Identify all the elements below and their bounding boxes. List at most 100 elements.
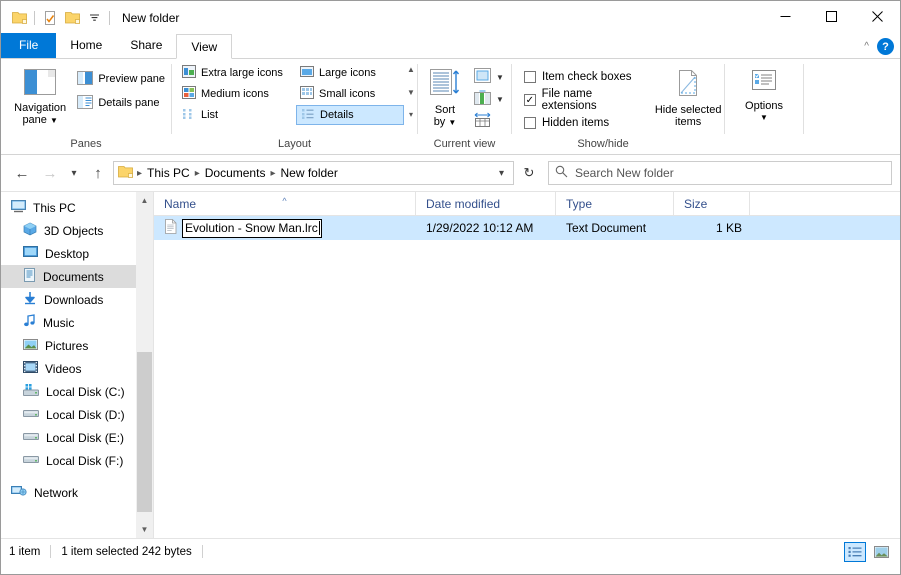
sort-by-button[interactable]: Sort by ▼ (420, 65, 470, 129)
options-button[interactable]: Options ▼ (731, 65, 797, 124)
address-input[interactable]: ▸ This PC ▸ Documents ▸ New folder ▾ (113, 161, 514, 185)
sidebar-item-local-disk-d[interactable]: Local Disk (D:) (1, 403, 153, 426)
sidebar-item-local-disk-e[interactable]: Local Disk (E:) (1, 426, 153, 449)
sidebar-item-local-disk-c[interactable]: Local Disk (C:) (1, 380, 153, 403)
layout-medium-icons[interactable]: Medium icons (178, 84, 294, 104)
sidebar-label-this-pc: This PC (33, 200, 76, 215)
folder-icon[interactable] (8, 7, 30, 29)
ribbon-group-layout: Extra large icons Large icons Medium ico… (172, 59, 417, 154)
item-check-boxes-box (524, 71, 536, 83)
music-icon (23, 314, 36, 331)
extra-large-icons-icon (182, 65, 196, 81)
sidebar-item-desktop[interactable]: Desktop (1, 242, 153, 265)
breadcrumb-separator-2[interactable]: ▸ (269, 168, 276, 179)
layout-list-label: List (201, 109, 219, 121)
column-header-date-modified[interactable]: Date modified (416, 191, 556, 216)
current-view-group-label: Current view (433, 138, 496, 150)
thumbnail-view-button[interactable] (870, 542, 892, 562)
back-button[interactable]: ← (9, 160, 35, 186)
size-all-columns-button[interactable] (470, 111, 508, 131)
search-icon (555, 165, 568, 181)
hidden-items-checkbox[interactable]: Hidden items (520, 112, 650, 134)
sidebar-scroll-down-icon[interactable]: ▼ (136, 521, 153, 538)
layout-scroll-down-icon[interactable]: ▼ (407, 88, 415, 97)
collapse-ribbon-icon[interactable]: ^ (864, 41, 869, 52)
hide-selected-items-button[interactable]: Hide selected items (654, 65, 722, 128)
tab-share[interactable]: Share (116, 33, 176, 58)
preview-pane-button[interactable]: Preview pane (73, 69, 169, 89)
add-columns-dropdown-icon[interactable]: ▼ (496, 95, 504, 104)
minimize-button[interactable] (762, 1, 808, 32)
sidebar-label-local-disk-d: Local Disk (D:) (46, 407, 125, 422)
forward-button[interactable]: → (37, 160, 63, 186)
sidebar-item-this-pc[interactable]: This PC (1, 196, 153, 219)
group-by-dropdown-icon[interactable]: ▼ (496, 73, 504, 82)
hide-selected-label-1: Hide selected (654, 104, 722, 116)
hide-selected-label-2: items (675, 116, 702, 128)
layout-details[interactable]: Details (296, 105, 404, 125)
breadcrumb-separator-0[interactable]: ▸ (136, 168, 143, 179)
column-header-size[interactable]: Size (674, 191, 750, 216)
breadcrumb-documents[interactable]: Documents (201, 163, 270, 183)
add-columns-icon (474, 90, 491, 108)
sidebar-item-music[interactable]: Music (1, 311, 153, 334)
column-label-date-modified: Date modified (426, 196, 501, 211)
recent-locations-button[interactable]: ▾ (65, 160, 83, 186)
sidebar-scrollbar[interactable]: ▲ ▼ (136, 192, 153, 538)
tab-view[interactable]: View (176, 34, 233, 59)
tab-home[interactable]: Home (56, 33, 116, 58)
breadcrumb-this-pc[interactable]: This PC (143, 163, 194, 183)
address-dropdown-icon[interactable]: ▾ (492, 168, 511, 179)
add-columns-button[interactable]: ▼ (470, 89, 508, 109)
file-list-pane: ^ Name Date modified Type Size Evolution… (153, 191, 900, 538)
group-by-icon (474, 68, 491, 86)
help-icon[interactable]: ? (877, 38, 894, 55)
up-button[interactable]: ↑ (85, 160, 111, 186)
search-box[interactable]: Search New folder (548, 161, 892, 185)
layout-large-icons[interactable]: Large icons (296, 63, 404, 83)
layout-small-icons[interactable]: Small icons (296, 84, 404, 104)
sidebar-item-3d-objects[interactable]: 3D Objects (1, 219, 153, 242)
column-header-name[interactable]: ^ Name (154, 191, 416, 216)
details-view-button[interactable] (844, 541, 866, 562)
properties-icon[interactable] (39, 7, 61, 29)
text-caret (318, 221, 320, 235)
navigation-pane-button[interactable]: Navigation pane ▼ (11, 65, 69, 127)
file-name-extensions-box: ✓ (524, 94, 536, 106)
item-check-boxes-checkbox[interactable]: Item check boxes (520, 66, 650, 88)
sidebar-item-downloads[interactable]: Downloads (1, 288, 153, 311)
table-row[interactable]: Evolution - Snow Man.lrc 1/29/2022 10:12… (154, 216, 900, 240)
layout-expand-icon[interactable]: ▾ (407, 110, 415, 119)
sidebar-item-videos[interactable]: Videos (1, 357, 153, 380)
sidebar-item-pictures[interactable]: Pictures (1, 334, 153, 357)
group-by-button[interactable]: ▼ (470, 67, 508, 87)
close-button[interactable] (854, 1, 900, 32)
breadcrumb-new-folder[interactable]: New folder (276, 163, 341, 183)
sidebar-scroll-thumb[interactable] (137, 352, 152, 512)
qat-dropdown-icon[interactable] (83, 7, 105, 29)
search-input[interactable]: Search New folder (575, 166, 674, 180)
options-icon (749, 68, 779, 97)
rename-input[interactable]: Evolution - Snow Man.lrc (182, 218, 322, 238)
layout-list[interactable]: List (178, 105, 294, 125)
sidebar-item-documents[interactable]: Documents (1, 265, 153, 288)
file-name-extensions-label: File name extensions (541, 88, 597, 112)
title-bar: New folder (1, 1, 900, 34)
maximize-button[interactable] (808, 1, 854, 32)
layout-extra-large-icons[interactable]: Extra large icons (178, 63, 294, 83)
sidebar-item-network[interactable]: Network (1, 481, 153, 504)
breadcrumb-separator-1[interactable]: ▸ (194, 168, 201, 179)
tab-file[interactable]: File (1, 33, 57, 58)
file-name-extensions-checkbox[interactable]: ✓ File name extensions (520, 88, 650, 112)
layout-scroll-up-icon[interactable]: ▲ (407, 65, 415, 74)
show-hide-group-label: Show/hide (577, 138, 629, 150)
sidebar-label-downloads: Downloads (44, 292, 104, 307)
options-label: Options (745, 100, 783, 112)
refresh-button[interactable]: ↻ (516, 161, 542, 185)
sidebar-label-pictures: Pictures (45, 338, 89, 353)
details-pane-button[interactable]: Details pane (73, 93, 169, 113)
column-header-type[interactable]: Type (556, 191, 674, 216)
sidebar-scroll-up-icon[interactable]: ▲ (136, 192, 153, 209)
new-folder-icon[interactable] (61, 7, 83, 29)
sidebar-item-local-disk-f[interactable]: Local Disk (F:) (1, 449, 153, 472)
